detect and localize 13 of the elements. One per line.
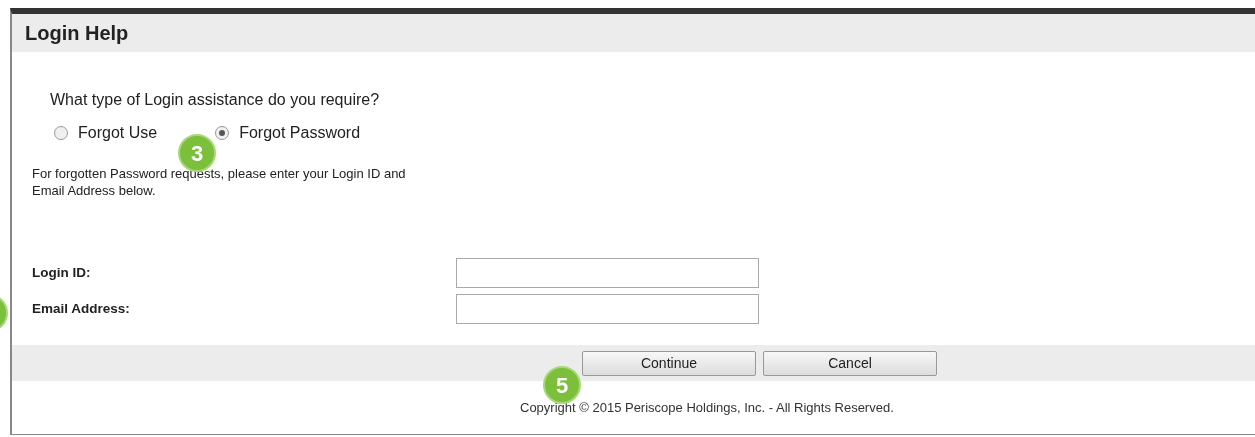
field-label: Email Address: bbox=[32, 299, 131, 318]
field-label: Login ID: bbox=[32, 263, 92, 282]
radio-option[interactable]: Forgot Use bbox=[54, 121, 158, 145]
window-title: Login Help bbox=[25, 21, 129, 46]
callout-badge: 5 bbox=[543, 366, 581, 404]
radio-button[interactable] bbox=[215, 126, 230, 140]
cancel-button[interactable]: Cancel bbox=[763, 350, 937, 376]
radio-option[interactable]: Forgot Password bbox=[215, 121, 361, 145]
input-field[interactable] bbox=[456, 294, 759, 324]
continue-button[interactable]: Continue bbox=[582, 350, 756, 376]
question-text: What type of Login assistance do you require? bbox=[50, 90, 380, 110]
radio-button[interactable] bbox=[54, 126, 68, 140]
input-field[interactable] bbox=[456, 258, 759, 288]
